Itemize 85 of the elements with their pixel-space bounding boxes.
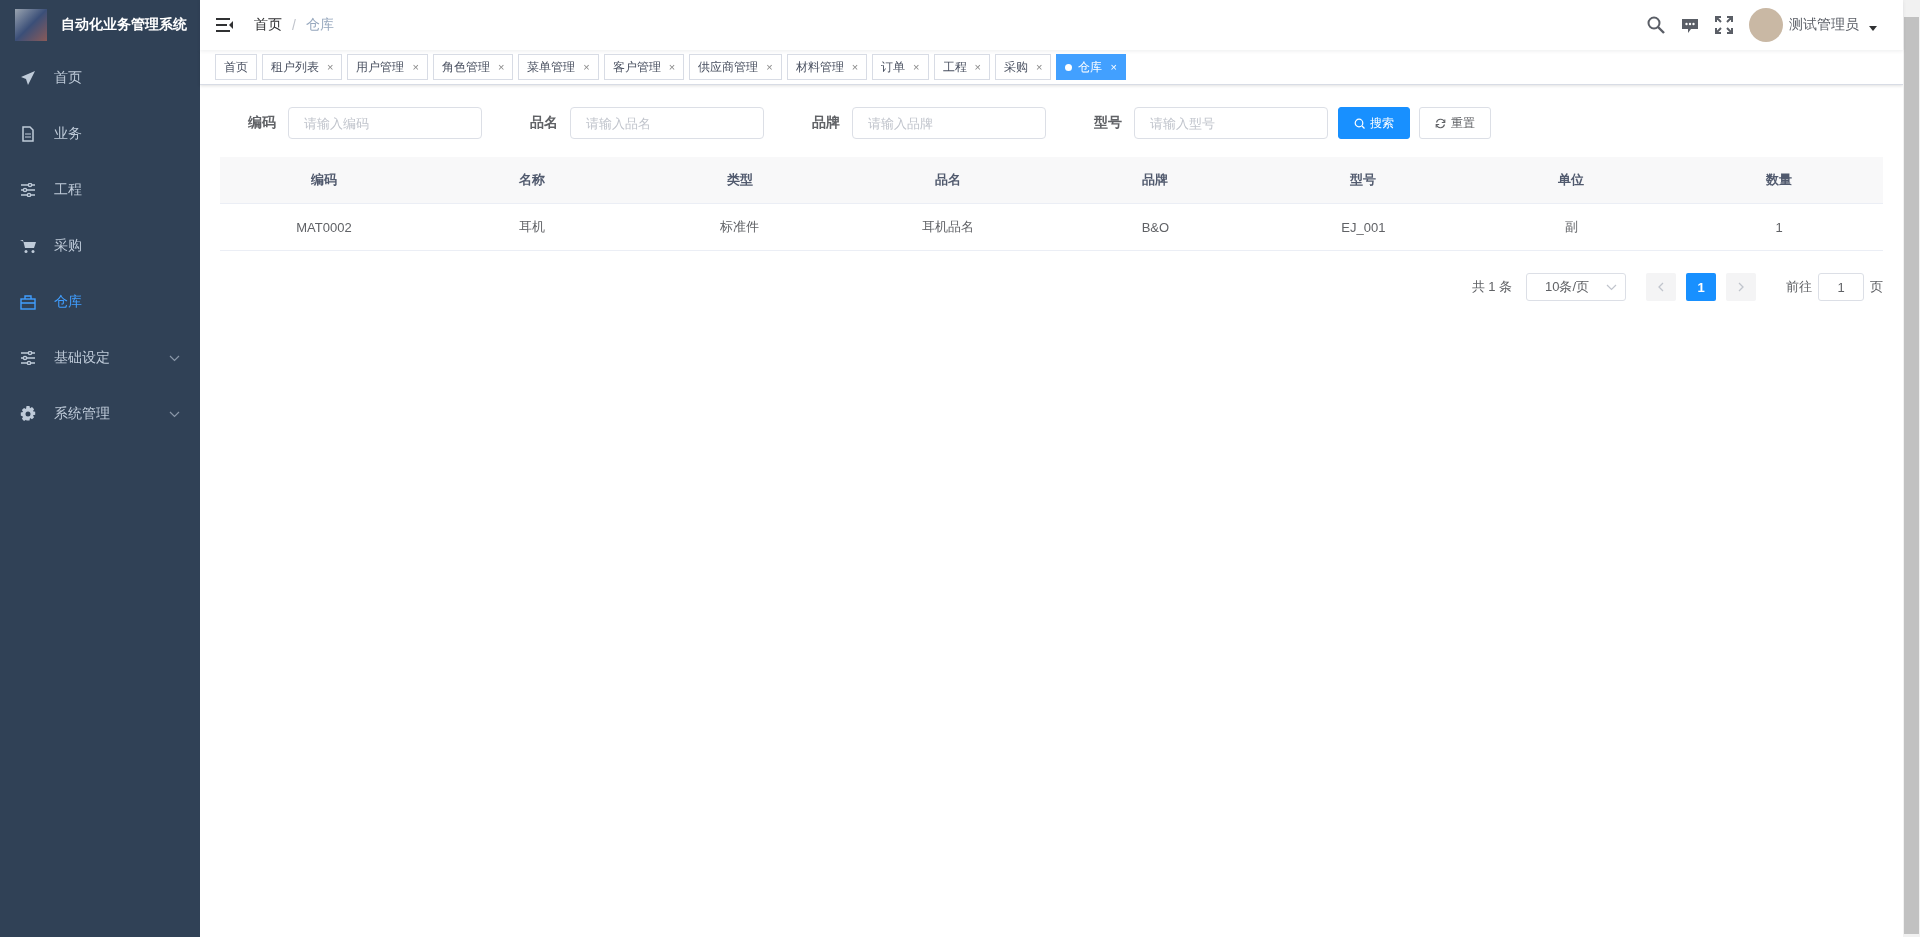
refresh-icon (1435, 117, 1446, 129)
menu-item[interactable]: 基础设定 (0, 330, 200, 386)
page-input[interactable]: 1 (1818, 273, 1864, 301)
page-tab[interactable]: 供应商管理 × (689, 54, 782, 80)
close-icon[interactable]: × (766, 61, 773, 73)
chevron-down-icon (169, 410, 180, 418)
fullscreen-icon[interactable] (1715, 16, 1733, 34)
document-icon (21, 126, 35, 142)
goto-label: 前往 (1786, 278, 1812, 296)
input-field[interactable]: 请输入品名 (570, 107, 764, 139)
table-cell: 1 (1675, 203, 1883, 251)
page-tab[interactable]: 角色管理 × (432, 54, 514, 80)
close-icon[interactable]: × (583, 61, 590, 73)
menu-item[interactable]: 首页 (0, 50, 200, 106)
field-label: 品名 (529, 114, 559, 132)
user-name[interactable]: 测试管理员 (1789, 16, 1859, 34)
close-icon[interactable]: × (974, 61, 981, 73)
table-cell: B&O (1051, 203, 1260, 251)
close-icon[interactable]: × (1035, 61, 1043, 73)
close-icon[interactable]: × (327, 61, 334, 73)
column-header: 型号 (1259, 157, 1468, 204)
table-cell: 标准件 (635, 203, 844, 251)
sliders-icon (20, 183, 36, 197)
chevron-left-icon (1658, 282, 1664, 292)
page-tab[interactable]: 客户管理 × (603, 54, 685, 80)
caret-icon[interactable] (1869, 25, 1877, 31)
breadcrumb-item[interactable]: 首页 (254, 16, 282, 34)
field-label: 编码 (247, 114, 277, 132)
page-suffix: 页 (1870, 278, 1883, 296)
page-size-select[interactable]: 10条/页 (1526, 273, 1626, 301)
field-label: 型号 (1093, 114, 1123, 132)
input-field[interactable]: 请输入品牌 (852, 107, 1046, 139)
search-icon (1354, 117, 1365, 129)
page-tab[interactable]: 订单 × (872, 54, 929, 80)
search-icon[interactable] (1647, 16, 1665, 34)
column-header: 品牌 (1051, 157, 1260, 204)
column-header: 品名 (843, 157, 1052, 204)
reset-button[interactable]: 重置 (1419, 107, 1491, 139)
close-icon[interactable]: × (913, 61, 920, 73)
chevron-down-icon (169, 354, 180, 362)
menu-icon[interactable] (216, 17, 234, 33)
menu-item[interactable]: 工程 (0, 162, 200, 218)
breadcrumb-separator: / (292, 17, 296, 33)
page-tab[interactable]: 租户列表 × (262, 54, 343, 80)
close-icon[interactable]: × (668, 61, 676, 73)
column-header: 数量 (1675, 157, 1883, 204)
briefcase-icon (20, 294, 36, 310)
page-tab[interactable]: 采购 × (994, 54, 1052, 80)
chevron-down-icon (1606, 283, 1617, 291)
field-label: 品牌 (811, 114, 841, 132)
column-header: 名称 (427, 157, 636, 204)
close-icon[interactable]: × (497, 61, 505, 73)
menu-item[interactable]: 采购 (0, 218, 200, 274)
logo-image (15, 9, 47, 41)
close-icon[interactable]: × (412, 61, 419, 73)
table-cell: EJ_001 (1259, 203, 1468, 251)
input-field[interactable]: 请输入编码 (288, 107, 482, 139)
close-icon[interactable]: × (851, 61, 859, 73)
input-field[interactable]: 请输入型号 (1134, 107, 1328, 139)
chevron-right-icon (1738, 282, 1744, 292)
chat-icon[interactable] (1681, 16, 1699, 34)
page-tab[interactable]: 用户管理 × (347, 54, 428, 80)
sliders-icon (20, 351, 36, 365)
page-tab[interactable]: 首页 (215, 54, 257, 80)
menu-item[interactable]: 系统管理 (0, 386, 200, 442)
table-cell: 耳机 (427, 203, 636, 251)
column-header: 类型 (635, 157, 844, 204)
app-title: 自动化业务管理系统 (61, 16, 187, 34)
menu-item[interactable]: 仓库 (0, 274, 200, 330)
table-cell: 副 (1467, 203, 1676, 251)
table-cell: 耳机品名 (843, 203, 1052, 251)
cart-icon (20, 238, 36, 254)
page-tab[interactable]: 工程 × (933, 54, 990, 80)
active-dot (1065, 63, 1073, 71)
scrollbar[interactable] (1903, 0, 1920, 937)
breadcrumb-item: 仓库 (305, 16, 334, 34)
column-header: 编码 (220, 157, 428, 204)
paper-plane-icon (20, 70, 36, 86)
total-count: 共 1 条 (1471, 278, 1512, 296)
gear-icon (20, 406, 36, 422)
menu-item[interactable]: 业务 (0, 106, 200, 162)
column-header: 单位 (1467, 157, 1676, 204)
page-tab[interactable]: 菜单管理 × (518, 54, 599, 80)
table-cell: MAT0002 (220, 203, 428, 251)
page-tab[interactable]: 材料管理 × (786, 54, 868, 80)
